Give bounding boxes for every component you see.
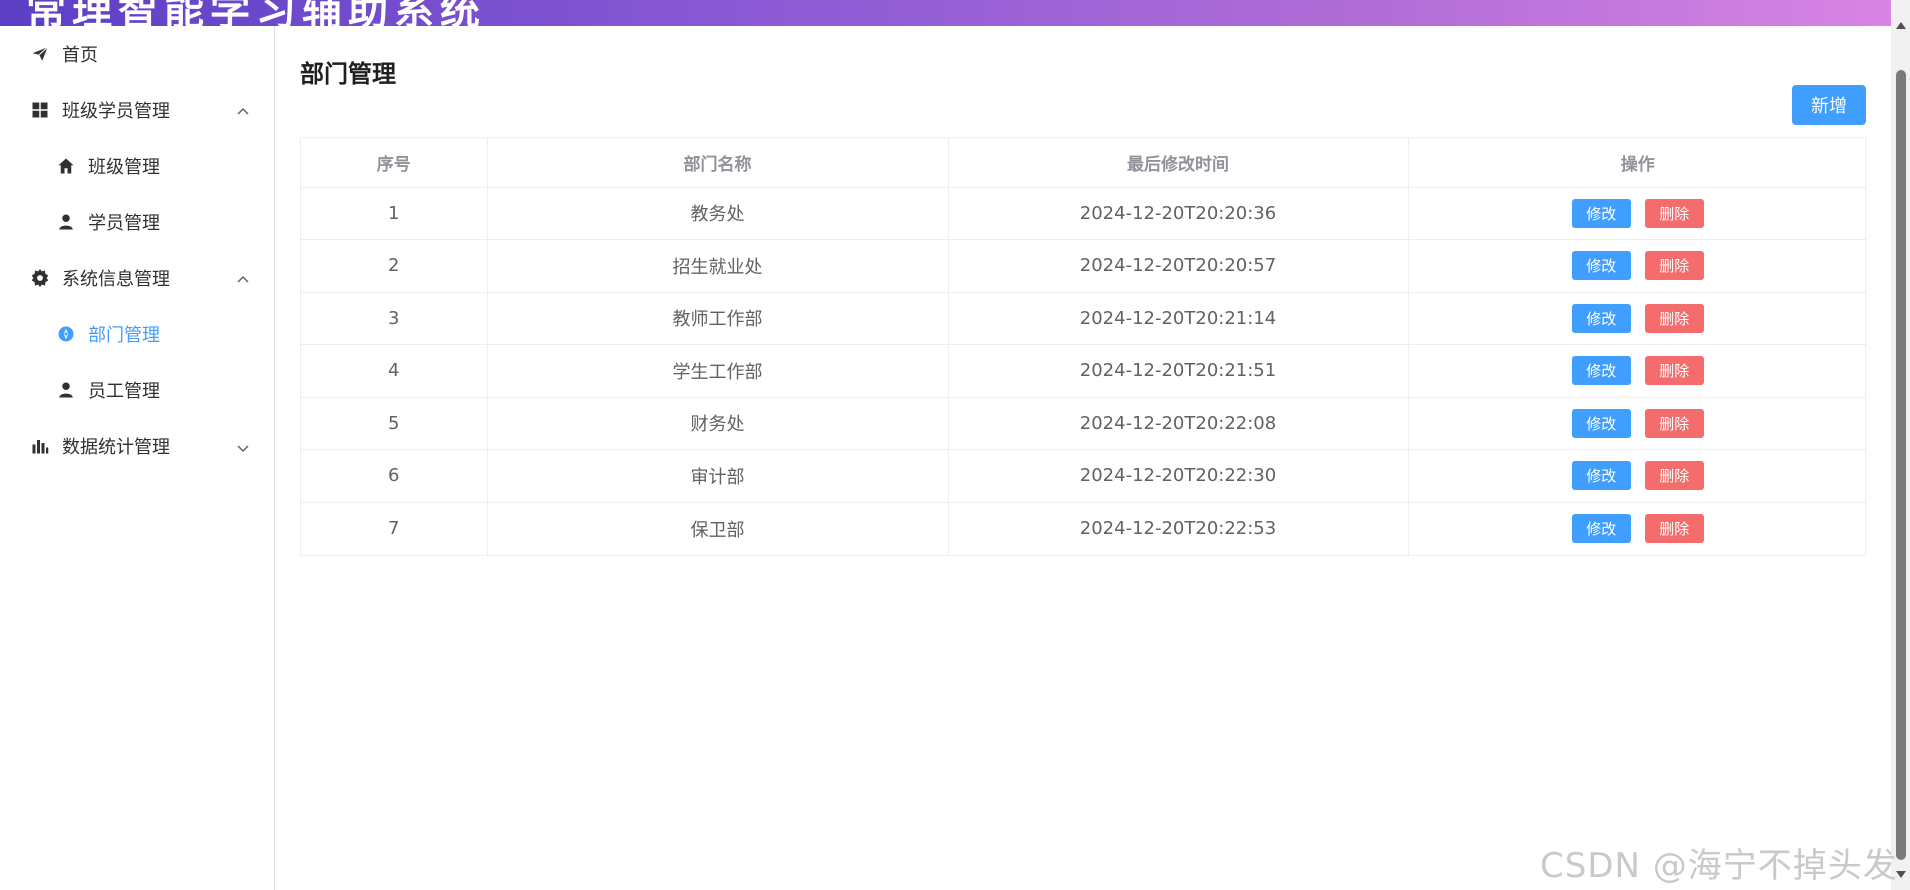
sidebar-item-system-info-mgmt[interactable]: 系统信息管理 — [0, 250, 274, 306]
sidebar-item-label: 员工管理 — [88, 381, 160, 402]
grid-icon — [30, 100, 50, 120]
cell-actions: 修改 删除 — [1408, 449, 1867, 503]
cell-actions: 修改 删除 — [1408, 239, 1867, 293]
add-department-button[interactable]: 新增 — [1792, 85, 1866, 125]
sidebar-item-data-stats-mgmt[interactable]: 数据统计管理 — [0, 418, 274, 474]
cell-updated-time: 2024-12-20T20:22:53 — [948, 502, 1409, 555]
sidebar-item-class-mgmt[interactable]: 班级管理 — [0, 138, 274, 194]
table-header-row: 序号 部门名称 最后修改时间 操作 — [301, 138, 1867, 188]
table-row: 6 审计部 2024-12-20T20:22:30 修改 删除 — [301, 449, 1867, 503]
sidebar-item-dept-mgmt[interactable]: 部门管理 — [0, 306, 274, 362]
edit-button[interactable]: 修改 — [1571, 303, 1631, 333]
table-row: 5 财务处 2024-12-20T20:22:08 修改 删除 — [301, 397, 1867, 450]
top-header: 常理智能学习辅助系统 — [0, 0, 1891, 26]
delete-button[interactable]: 删除 — [1644, 198, 1704, 228]
column-header-index: 序号 — [301, 138, 488, 188]
bar-chart-icon — [30, 436, 50, 456]
cell-actions: 修改 删除 — [1408, 502, 1867, 555]
delete-button[interactable]: 删除 — [1644, 408, 1704, 438]
sidebar-item-employee-mgmt[interactable]: 员工管理 — [0, 362, 274, 418]
edit-button[interactable]: 修改 — [1571, 356, 1631, 386]
cell-dept-name: 财务处 — [487, 397, 949, 450]
cell-actions: 修改 删除 — [1408, 292, 1867, 345]
compass-icon — [56, 324, 76, 344]
table-row: 7 保卫部 2024-12-20T20:22:53 修改 删除 — [301, 502, 1867, 555]
scroll-up-arrow-icon[interactable] — [1896, 20, 1906, 30]
scrollbar-thumb[interactable] — [1896, 70, 1906, 860]
column-header-name: 部门名称 — [487, 138, 949, 188]
department-table: 序号 部门名称 最后修改时间 操作 1 教务处 2024-12-20T20:20:3… — [300, 137, 1867, 556]
cell-index: 7 — [301, 502, 488, 555]
column-header-actions: 操作 — [1408, 138, 1867, 188]
sidebar: 首页 班级学员管理 班级管理 学员管理 系统信息管理 部门管理 员工管理 数据统… — [0, 26, 275, 890]
user-icon — [56, 212, 76, 232]
sidebar-item-label: 班级学员管理 — [62, 101, 170, 122]
sidebar-item-class-student-mgmt[interactable]: 班级学员管理 — [0, 82, 274, 138]
chevron-down-icon — [236, 439, 250, 453]
sidebar-item-label: 数据统计管理 — [62, 437, 170, 458]
cell-dept-name: 学生工作部 — [487, 344, 949, 398]
delete-button[interactable]: 删除 — [1644, 303, 1704, 333]
table-row: 2 招生就业处 2024-12-20T20:20:57 修改 删除 — [301, 239, 1867, 293]
delete-button[interactable]: 删除 — [1644, 356, 1704, 386]
cell-dept-name: 招生就业处 — [487, 239, 949, 293]
gear-icon — [30, 268, 50, 288]
app-title: 常理智能学习辅助系统 — [26, 0, 486, 26]
edit-button[interactable]: 修改 — [1571, 251, 1631, 281]
cell-index: 2 — [301, 239, 488, 293]
cell-index: 5 — [301, 397, 488, 450]
home-icon — [56, 156, 76, 176]
page-scrollbar[interactable] — [1891, 0, 1910, 890]
cell-index: 6 — [301, 449, 488, 503]
watermark: CSDN @海宁不掉头发 — [1540, 846, 1898, 886]
cell-updated-time: 2024-12-20T20:20:57 — [948, 239, 1409, 293]
cell-dept-name: 保卫部 — [487, 502, 949, 555]
delete-button[interactable]: 删除 — [1644, 514, 1704, 543]
cell-updated-time: 2024-12-20T20:21:14 — [948, 292, 1409, 345]
sidebar-item-student-mgmt[interactable]: 学员管理 — [0, 194, 274, 250]
cell-actions: 修改 删除 — [1408, 344, 1867, 398]
sidebar-item-label: 系统信息管理 — [62, 269, 170, 290]
sidebar-item-home-page[interactable]: 首页 — [0, 26, 274, 82]
user-icon — [56, 380, 76, 400]
sidebar-item-label: 首页 — [62, 45, 98, 66]
cell-actions: 修改 删除 — [1408, 187, 1867, 240]
column-header-updated: 最后修改时间 — [948, 138, 1409, 188]
table-row: 4 学生工作部 2024-12-20T20:21:51 修改 删除 — [301, 344, 1867, 398]
sidebar-item-label: 班级管理 — [88, 157, 160, 178]
edit-button[interactable]: 修改 — [1571, 514, 1631, 543]
cell-updated-time: 2024-12-20T20:22:30 — [948, 449, 1409, 503]
sidebar-item-label: 部门管理 — [88, 325, 160, 346]
cell-index: 4 — [301, 344, 488, 398]
main-content: 部门管理 新增 序号 部门名称 最后修改时间 操作 1 教务处 2024-12-20… — [276, 26, 1891, 890]
delete-button[interactable]: 删除 — [1644, 461, 1704, 491]
chevron-up-icon — [236, 103, 250, 117]
delete-button[interactable]: 删除 — [1644, 251, 1704, 281]
chevron-up-icon — [236, 271, 250, 285]
cell-updated-time: 2024-12-20T20:22:08 — [948, 397, 1409, 450]
cell-updated-time: 2024-12-20T20:20:36 — [948, 187, 1409, 240]
cell-index: 1 — [301, 187, 488, 240]
cell-actions: 修改 删除 — [1408, 397, 1867, 450]
table-row: 1 教务处 2024-12-20T20:20:36 修改 删除 — [301, 187, 1867, 240]
cell-dept-name: 教务处 — [487, 187, 949, 240]
sidebar-item-label: 学员管理 — [88, 213, 160, 234]
edit-button[interactable]: 修改 — [1571, 461, 1631, 491]
cell-dept-name: 审计部 — [487, 449, 949, 503]
cell-dept-name: 教师工作部 — [487, 292, 949, 345]
cell-updated-time: 2024-12-20T20:21:51 — [948, 344, 1409, 398]
cell-index: 3 — [301, 292, 488, 345]
send-icon — [30, 44, 50, 64]
table-row: 3 教师工作部 2024-12-20T20:21:14 修改 删除 — [301, 292, 1867, 345]
edit-button[interactable]: 修改 — [1571, 198, 1631, 228]
edit-button[interactable]: 修改 — [1571, 408, 1631, 438]
page-title: 部门管理 — [300, 60, 396, 88]
